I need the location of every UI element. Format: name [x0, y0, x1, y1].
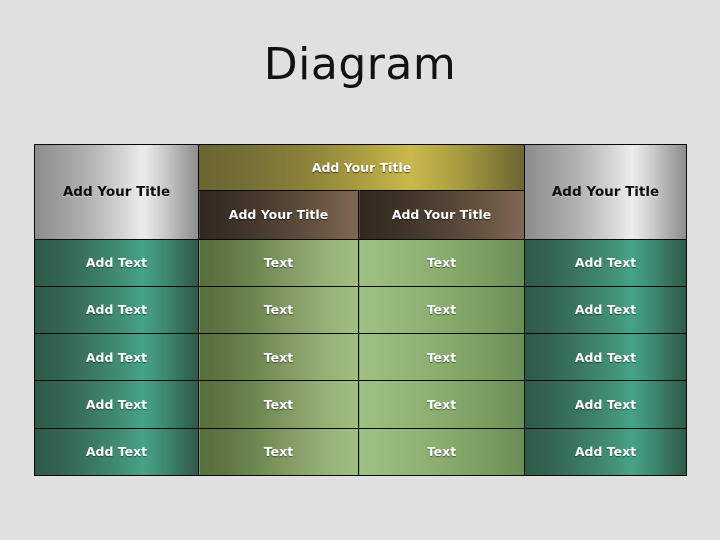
table-cell-col2[interactable]: Text: [198, 427, 359, 477]
page-title: Diagram: [263, 39, 457, 90]
table-cell-col3[interactable]: Text: [357, 285, 526, 335]
table-cell-col3[interactable]: Text: [357, 238, 526, 287]
table-cell-col4[interactable]: Add Text: [524, 380, 688, 429]
cell-label: Add Text: [85, 349, 148, 365]
cell-label: Text: [426, 302, 457, 318]
table-cell-col3[interactable]: Text: [357, 380, 526, 429]
table-cell-col1[interactable]: Add Text: [34, 427, 199, 477]
cell-label: Add Text: [574, 349, 637, 365]
table-cell-col1[interactable]: Add Text: [34, 380, 199, 429]
cell-label: Add Text: [85, 397, 148, 413]
table-cell-col3[interactable]: Text: [357, 333, 526, 382]
table-row: Add Text Text Text Add Text: [34, 427, 688, 477]
table-row: Add Text Text Text Add Text: [34, 285, 688, 335]
table-cell-col4[interactable]: Add Text: [524, 238, 688, 287]
header-cell-span[interactable]: Add Your Title: [197, 143, 526, 192]
cell-label: Add Text: [574, 397, 637, 413]
cell-label: Text: [426, 255, 457, 271]
cell-label: Add Text: [85, 302, 148, 318]
cell-label: Text: [263, 397, 294, 413]
table-cell-col1[interactable]: Add Text: [34, 238, 199, 287]
header-subcell-col2-label: Add Your Title: [228, 207, 329, 223]
cell-label: Add Text: [574, 444, 637, 460]
table-cell-col4[interactable]: Add Text: [524, 285, 688, 335]
header-subcell-col3-label: Add Your Title: [391, 207, 492, 223]
cell-label: Add Text: [574, 255, 637, 271]
cell-label: Text: [263, 302, 294, 318]
table-cell-col2[interactable]: Text: [198, 285, 359, 335]
table-cell-col3[interactable]: Text: [357, 427, 526, 477]
table-cell-col4[interactable]: Add Text: [524, 427, 688, 477]
header-cell-col1[interactable]: Add Your Title: [34, 144, 199, 240]
cell-label: Text: [426, 349, 457, 365]
header-span-label: Add Your Title: [311, 160, 412, 176]
table-row: Add Text Text Text Add Text: [34, 238, 688, 287]
header-col1-label: Add Your Title: [62, 183, 171, 200]
header-subcell-col2[interactable]: Add Your Title: [198, 190, 359, 240]
header-row-top: Add Your Title Add Your Title Add Your T…: [34, 143, 688, 240]
cell-label: Add Text: [574, 302, 637, 318]
header-col4-label: Add Your Title: [551, 183, 660, 200]
table-cell-col1[interactable]: Add Text: [34, 285, 199, 335]
cell-label: Text: [263, 444, 294, 460]
header-subcell-col3[interactable]: Add Your Title: [357, 190, 526, 240]
table-row: Add Text Text Text Add Text: [34, 380, 688, 429]
cell-label: Text: [426, 397, 457, 413]
table-cell-col1[interactable]: Add Text: [34, 333, 199, 382]
header-cell-col4[interactable]: Add Your Title: [524, 144, 688, 240]
cell-label: Text: [426, 444, 457, 460]
table-row: Add Text Text Text Add Text: [34, 333, 688, 382]
diagram-table: Add Your Title Add Your Title Add Your T…: [34, 143, 688, 477]
table-cell-col2[interactable]: Text: [198, 333, 359, 382]
table-cell-col4[interactable]: Add Text: [524, 333, 688, 382]
table-cell-col2[interactable]: Text: [198, 238, 359, 287]
cell-label: Add Text: [85, 255, 148, 271]
table-cell-col2[interactable]: Text: [198, 380, 359, 429]
cell-label: Add Text: [85, 444, 148, 460]
cell-label: Text: [263, 349, 294, 365]
cell-label: Text: [263, 255, 294, 271]
